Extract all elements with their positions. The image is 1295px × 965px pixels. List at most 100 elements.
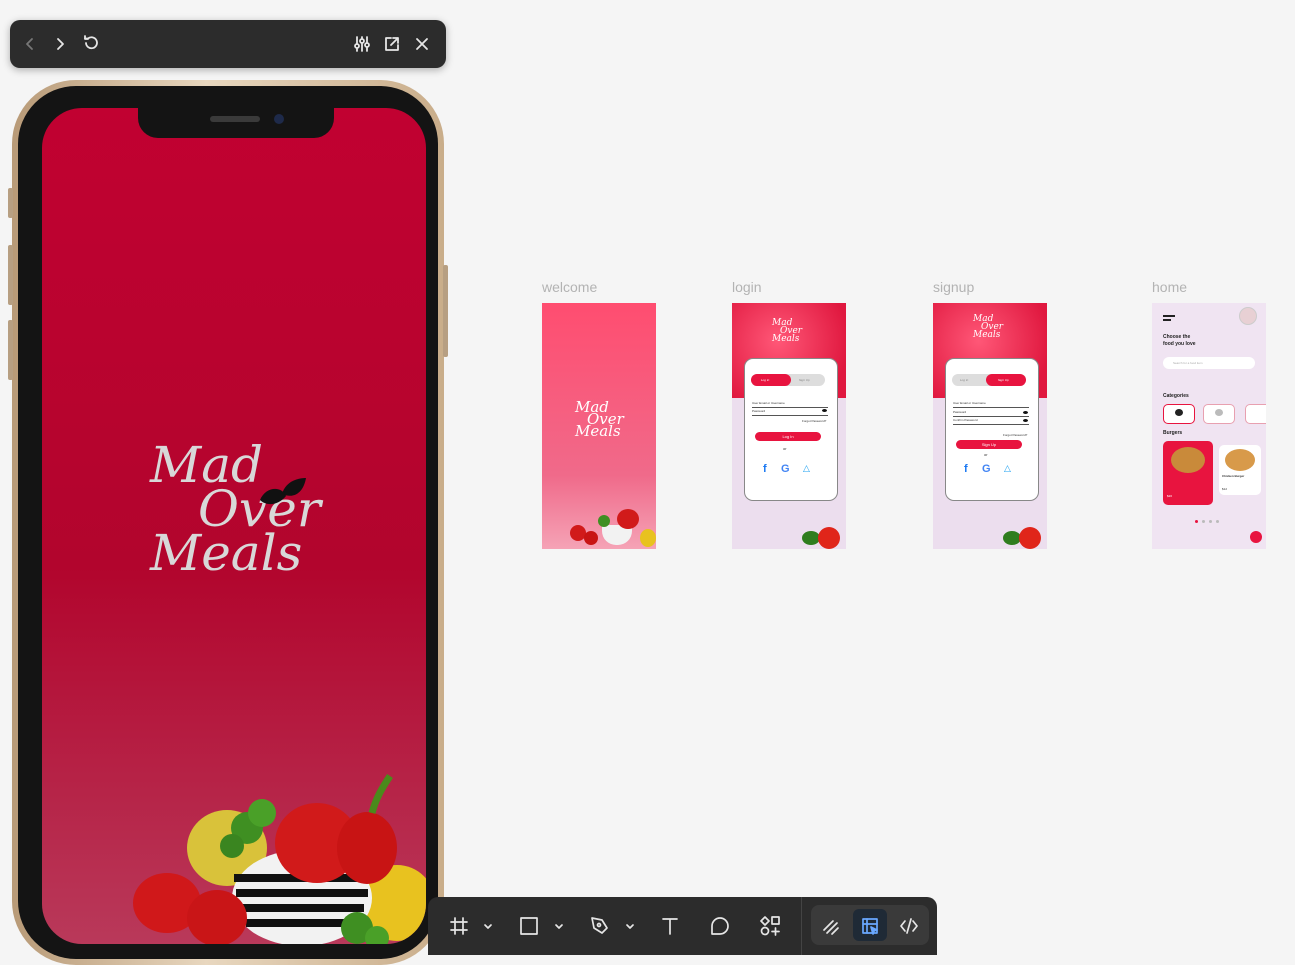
- notch: [138, 108, 334, 138]
- login-tab-login[interactable]: Log In: [761, 378, 769, 382]
- frame-home[interactable]: Choose the food you love Search for a fo…: [1152, 303, 1266, 549]
- frame-tool-dropdown-icon[interactable]: [482, 913, 494, 939]
- frame-welcome[interactable]: Mad Over Meals: [542, 303, 656, 549]
- login-user-field[interactable]: User Email or Username: [752, 401, 785, 405]
- welcome-logo: Mad Over Meals: [575, 400, 624, 440]
- avatar[interactable]: [1239, 307, 1257, 325]
- login-button[interactable]: Log In: [755, 432, 821, 441]
- toolbar-divider: [801, 897, 802, 955]
- signup-forgot-link[interactable]: Forgot Password?: [1003, 433, 1027, 437]
- login-card: Log In Sign Up User Email or Username Pa…: [744, 358, 838, 501]
- login-tab-active: [751, 374, 791, 386]
- signup-logo: Mad Over Meals: [973, 315, 1003, 340]
- login-password-field[interactable]: Password: [752, 409, 765, 413]
- assets-tool-icon[interactable]: [759, 913, 781, 939]
- power-button: [443, 265, 448, 357]
- search-input[interactable]: Search for a food item: [1163, 357, 1255, 369]
- food-card-featured[interactable]: $20: [1163, 441, 1213, 505]
- tomato-image: [584, 531, 598, 545]
- burger-image: [1171, 447, 1205, 473]
- food-card-name: Chicken Burger: [1222, 474, 1245, 478]
- rectangle-tool-icon[interactable]: [518, 913, 540, 939]
- vegetable-bowl-illustration: [133, 774, 426, 944]
- lemon-image: [640, 529, 656, 547]
- frame-label-home[interactable]: home: [1152, 279, 1187, 295]
- burger-icon: [1175, 409, 1183, 416]
- close-icon[interactable]: [410, 32, 434, 56]
- page-dot-active: [1195, 520, 1198, 523]
- login-forgot-link[interactable]: Forgot Password?: [802, 419, 826, 423]
- frame-label-login[interactable]: login: [732, 279, 762, 295]
- signup-password-field[interactable]: Password: [953, 410, 966, 414]
- food-icon: [1215, 409, 1223, 416]
- facebook-icon[interactable]: f: [964, 463, 968, 475]
- home-heading-line-2: food you love: [1163, 341, 1196, 347]
- page-dot: [1216, 520, 1219, 523]
- category-item[interactable]: [1245, 404, 1266, 424]
- draw-mode-icon[interactable]: [819, 913, 843, 939]
- speaker: [210, 116, 260, 122]
- frame-tool-icon[interactable]: [448, 913, 470, 939]
- signup-user-field[interactable]: User Email or Username: [953, 401, 986, 405]
- mode-switcher: [811, 905, 929, 945]
- menu-icon[interactable]: [1163, 315, 1175, 317]
- frame-label-welcome[interactable]: welcome: [542, 279, 597, 295]
- eye-icon[interactable]: [822, 409, 827, 412]
- food-card-price: $20: [1167, 494, 1173, 498]
- restart-icon[interactable]: [78, 32, 102, 56]
- text-tool-icon[interactable]: [659, 913, 681, 939]
- google-icon[interactable]: G: [781, 463, 790, 475]
- welcome-screen[interactable]: Mad Over Meals: [42, 108, 426, 944]
- login-tab-signup[interactable]: Sign Up: [799, 378, 810, 382]
- design-mode-icon[interactable]: [858, 913, 882, 939]
- frame-signup[interactable]: Mad Over Meals Log In Sign Up User Email…: [933, 303, 1047, 549]
- pepper-image: [617, 509, 639, 529]
- volume-down-button: [8, 320, 13, 380]
- twitter-icon[interactable]: △: [803, 463, 810, 474]
- settings-icon[interactable]: [350, 32, 374, 56]
- frame-login[interactable]: Mad Over Meals Log In Sign Up User Email…: [732, 303, 846, 549]
- page-dot: [1202, 520, 1205, 523]
- login-tab-switch[interactable]: Log In Sign Up: [751, 374, 825, 386]
- pen-tool-dropdown-icon[interactable]: [624, 913, 636, 939]
- leaf-icon: [260, 478, 306, 505]
- signup-tab-signup[interactable]: Sign Up: [998, 378, 1009, 382]
- design-toolbar: [428, 897, 937, 955]
- categories-heading: Categories: [1163, 393, 1189, 399]
- cart-fab-icon[interactable]: [1250, 531, 1262, 543]
- parsley-image: [598, 515, 610, 527]
- frame-label-signup[interactable]: signup: [933, 279, 974, 295]
- login-logo: Mad Over Meals: [772, 319, 802, 344]
- dev-mode-icon[interactable]: [897, 913, 921, 939]
- eye-icon[interactable]: [1023, 419, 1028, 422]
- eye-icon[interactable]: [1023, 411, 1028, 414]
- signup-user-underline: [953, 407, 1029, 408]
- signup-button[interactable]: Sign Up: [956, 440, 1022, 449]
- twitter-icon[interactable]: △: [1004, 463, 1011, 474]
- category-item[interactable]: [1203, 404, 1235, 424]
- comment-tool-icon[interactable]: [709, 913, 731, 939]
- signup-logo-line-3: Meals: [973, 330, 1001, 340]
- open-new-icon[interactable]: [380, 32, 404, 56]
- pen-tool-icon[interactable]: [588, 913, 612, 939]
- login-password-underline: [752, 415, 828, 416]
- rectangle-tool-dropdown-icon[interactable]: [553, 913, 565, 939]
- signup-confirm-field[interactable]: Confirm Password: [953, 418, 978, 422]
- prototype-toolbar: [10, 20, 446, 68]
- signup-tab-switch[interactable]: Log In Sign Up: [952, 374, 1026, 386]
- signup-card: Log In Sign Up User Email or Username Pa…: [945, 358, 1039, 501]
- tomato-image: [818, 527, 840, 549]
- welcome-logo-line-3: Meals: [575, 422, 621, 440]
- back-icon[interactable]: [18, 32, 42, 56]
- tomato-image: [1019, 527, 1041, 549]
- signup-confirm-underline: [953, 424, 1029, 425]
- signup-or-text: or: [984, 452, 988, 457]
- facebook-icon[interactable]: f: [763, 463, 767, 475]
- signup-tab-login[interactable]: Log In: [960, 378, 968, 382]
- volume-up-button: [8, 245, 13, 305]
- food-card[interactable]: Chicken Burger $12: [1219, 445, 1261, 495]
- google-icon[interactable]: G: [982, 463, 991, 475]
- category-burger[interactable]: [1163, 404, 1195, 424]
- forward-icon[interactable]: [48, 32, 72, 56]
- signup-password-underline: [953, 416, 1029, 417]
